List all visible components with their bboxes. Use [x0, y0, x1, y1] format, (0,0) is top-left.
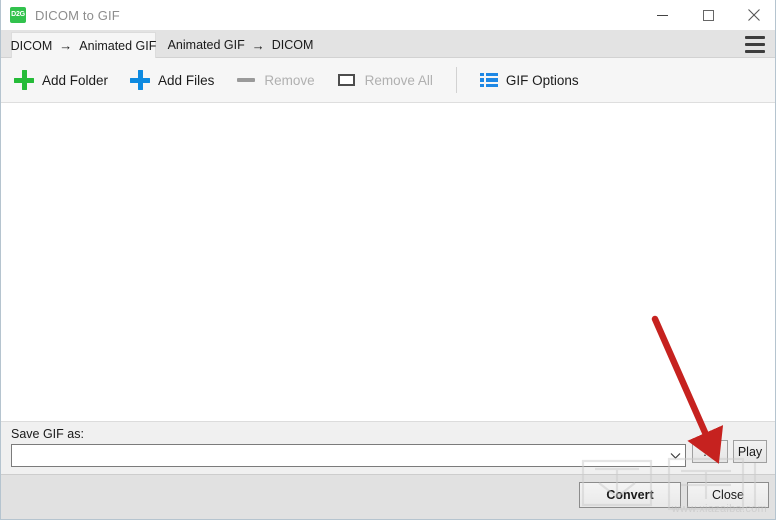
minimize-icon: [656, 14, 668, 16]
gif-options-label: GIF Options: [505, 72, 579, 88]
arrow-right-icon: →: [59, 38, 73, 53]
add-folder-label: Add Folder: [42, 72, 109, 88]
add-files-button[interactable]: Add Files: [121, 63, 223, 97]
hamburger-bar: [745, 36, 765, 39]
application-window: D2G DICOM to GIF DICOM → Animated GIF An…: [0, 0, 776, 520]
maximize-button[interactable]: [685, 0, 731, 30]
list-line: [486, 78, 498, 82]
list-bullet: [479, 72, 485, 76]
app-icon-d2g: D2G: [10, 7, 26, 23]
play-button[interactable]: Play: [733, 440, 767, 463]
list-line: [486, 83, 498, 87]
file-list-area[interactable]: [1, 103, 775, 421]
list-blue-icon: [479, 72, 498, 88]
maximize-icon: [702, 9, 714, 21]
window-title: DICOM to GIF: [35, 7, 120, 23]
tab-strip: DICOM → Animated GIF Animated GIF → DICO…: [1, 30, 775, 58]
remove-label: Remove: [264, 72, 315, 88]
hamburger-menu-icon[interactable]: [745, 36, 765, 53]
remove-all-button: Remove All: [328, 63, 442, 97]
close-icon: [748, 9, 760, 21]
minimize-button[interactable]: [639, 0, 685, 30]
arrow-right-icon: →: [251, 37, 265, 53]
plus-green-icon: [14, 70, 34, 90]
remove-button: Remove: [227, 63, 323, 97]
save-gif-as-label: Save GIF as:: [11, 427, 84, 441]
chevron-down-glyph: [670, 452, 680, 459]
rectangle-icon: [337, 70, 357, 90]
tab-1-right-label: DICOM: [271, 38, 314, 52]
tab-0-left-label: DICOM: [10, 38, 53, 53]
save-panel: Save GIF as:: [1, 421, 775, 474]
tab-1-left-label: Animated GIF: [167, 38, 245, 52]
hamburger-bar: [745, 43, 765, 46]
tab-0-right-label: Animated GIF: [79, 38, 157, 53]
toolbar: Add Folder Add Files Remove Remove All G…: [1, 58, 775, 103]
toolbar-separator: [455, 67, 457, 93]
save-path-combobox[interactable]: [11, 444, 686, 467]
list-line: [486, 72, 498, 76]
save-path-input[interactable]: [12, 445, 665, 466]
tab-dicom-to-animated-gif[interactable]: DICOM → Animated GIF: [11, 32, 156, 58]
minus-gray-icon: [236, 70, 256, 90]
add-files-label: Add Files: [158, 72, 215, 88]
plus-blue-icon: [130, 70, 151, 90]
window-controls: [639, 0, 775, 30]
add-folder-button[interactable]: Add Folder: [5, 63, 117, 97]
hamburger-bar: [745, 50, 765, 53]
list-bullet: [479, 78, 485, 82]
title-bar: D2G DICOM to GIF: [1, 0, 775, 30]
close-dialog-button[interactable]: Close: [687, 482, 769, 508]
gif-options-button[interactable]: GIF Options: [471, 63, 588, 97]
chevron-down-icon[interactable]: [665, 445, 685, 466]
close-button[interactable]: [731, 0, 775, 30]
tab-animated-gif-to-dicom[interactable]: Animated GIF → DICOM: [164, 32, 317, 58]
browse-button[interactable]: ...: [692, 440, 728, 463]
list-bullet: [479, 83, 485, 87]
convert-button[interactable]: Convert: [579, 482, 681, 508]
remove-all-label: Remove All: [364, 72, 433, 88]
